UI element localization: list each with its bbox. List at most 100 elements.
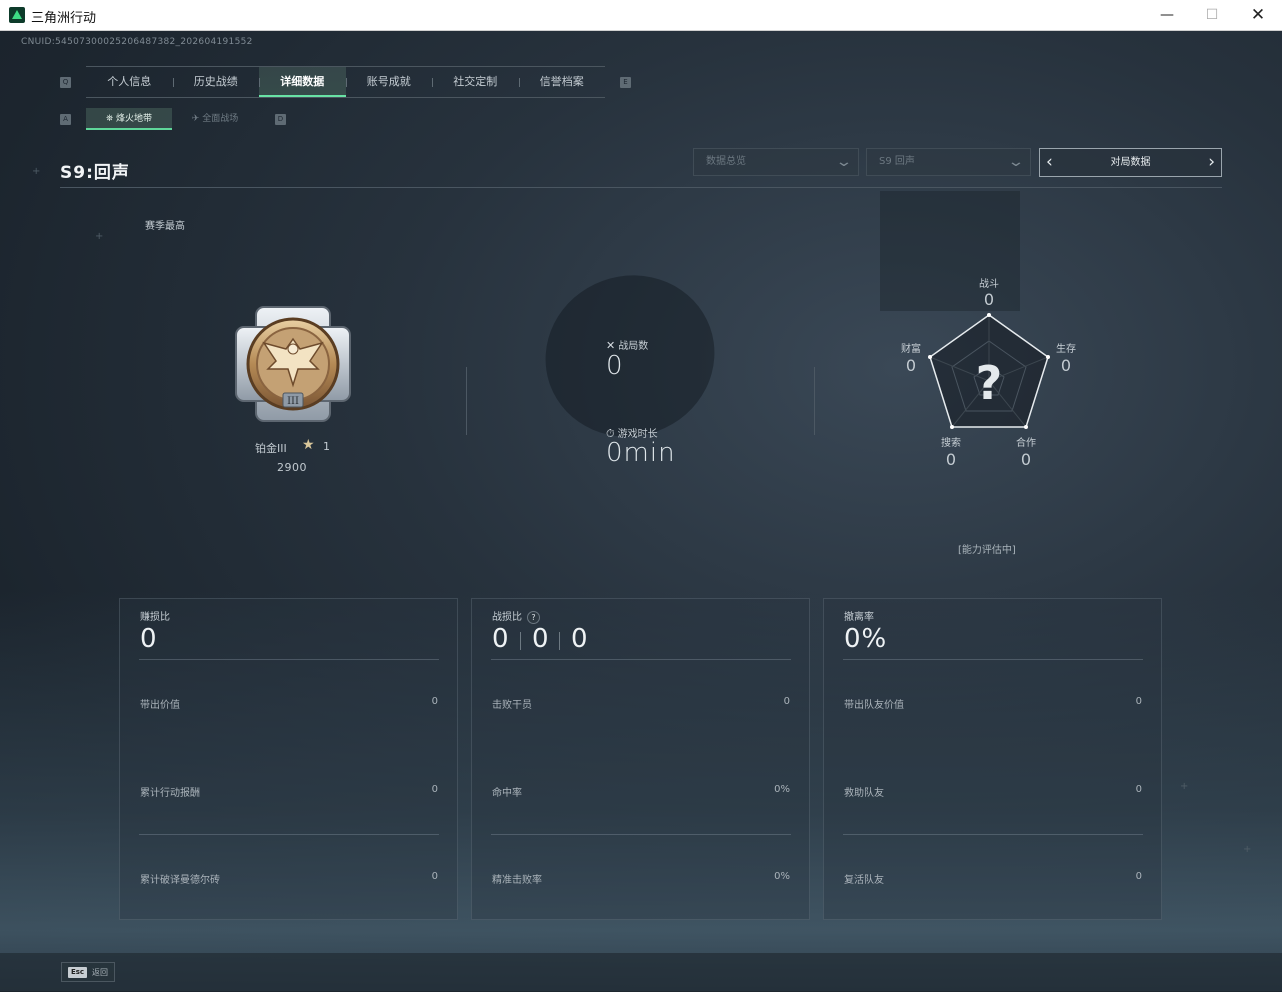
window-title: 三角洲行动: [31, 11, 97, 26]
stat-label: 精准击败率: [492, 875, 542, 886]
stat-label: 救助队友: [844, 788, 884, 799]
esc-key-hint: Esc: [68, 967, 87, 978]
extraction-panel: 撤离率 0% 带出队友价值 0 救助队友 0 复活队友 0: [823, 598, 1162, 920]
subtab-battlefield[interactable]: ✈ 全面战场: [172, 108, 258, 130]
playtime-value: 0min: [606, 438, 676, 468]
panel-title: 赚损比: [140, 612, 170, 623]
subtab-label: 烽火地带: [116, 114, 153, 124]
radar-axis-value: 0: [905, 356, 917, 375]
radar-axis-label: 合作: [1016, 438, 1036, 449]
tab-achievements[interactable]: 账号成就: [345, 67, 433, 97]
stat-label: 累计破译曼德尔砖: [140, 875, 220, 886]
radar-axis-value: 0: [1060, 356, 1072, 375]
tab-history[interactable]: 历史战绩: [172, 67, 260, 97]
subtab-label: 全面战场: [202, 114, 239, 124]
radar-axis-label: 生存: [1056, 344, 1076, 355]
overview-dropdown[interactable]: 数据总览 ⌄: [693, 148, 859, 176]
divider: [843, 659, 1143, 660]
kd-panel: 战损比? 0 0 0 击败干员 0 命中率 0% 精准击败率 0%: [471, 598, 810, 920]
divider: [520, 632, 521, 650]
user-uid: CNUID:5450730002520648738​2_202604191552: [21, 37, 253, 47]
panel-big-value: 0: [140, 624, 158, 654]
chevron-left-icon[interactable]: ‹: [1046, 149, 1053, 176]
matches-label: ✕ 战局数: [606, 339, 649, 352]
radar-axis-label: 财富: [901, 344, 921, 355]
stat-value: 0: [1135, 696, 1142, 707]
kd-ratio: 0: [571, 624, 589, 654]
season-best-label: 赛季最高: [145, 221, 185, 232]
divider: [491, 834, 791, 835]
stat-value: 0: [1135, 784, 1142, 795]
unknown-question-icon: ?: [976, 356, 1003, 410]
ability-assessment-status: [能力评估中]: [958, 545, 1016, 556]
maximize-button[interactable]: ☐: [1189, 0, 1235, 31]
stat-row: 命中率 0%: [492, 784, 790, 799]
divider: [559, 632, 560, 650]
stat-value: 0: [431, 784, 438, 795]
season-dropdown-value: S9 回声: [879, 156, 915, 167]
divider: [466, 367, 467, 435]
close-button[interactable]: ✕: [1235, 0, 1281, 31]
tab-next-key-hint[interactable]: E: [620, 77, 631, 88]
rank-score: 2900: [277, 461, 307, 474]
stat-label: 带出队友价值: [844, 700, 904, 711]
profit-loss-panel: 赚损比 0 带出价值 0 累计行动报酬 0 累计破译曼德尔砖 0: [119, 598, 458, 920]
svg-text:III: III: [287, 396, 299, 407]
kd-deaths: 0: [532, 624, 550, 654]
help-icon[interactable]: ?: [527, 611, 540, 624]
stat-label: 复活队友: [844, 875, 884, 886]
subtab-prev-key-hint[interactable]: A: [60, 114, 71, 125]
stat-value: 0: [431, 696, 438, 707]
star-icon: ★: [302, 437, 315, 453]
stat-label: 累计行动报酬: [140, 788, 200, 799]
tab-reputation[interactable]: 信誉档案: [518, 67, 606, 97]
panel-title: 战损比?: [492, 608, 540, 624]
subtab-fire-zone[interactable]: ⛯ 烽火地带: [86, 108, 172, 130]
back-button[interactable]: Esc 返回: [61, 962, 115, 982]
game-viewport: + + + + CNUID:5450730002520648738​2_2026…: [0, 31, 1282, 992]
chevron-down-icon: ⌄: [835, 154, 853, 170]
stat-value: 0: [783, 696, 790, 707]
season-dropdown[interactable]: S9 回声 ⌄: [866, 148, 1031, 176]
panel-big-value: 0%: [844, 624, 888, 654]
minimize-button[interactable]: —: [1144, 0, 1190, 31]
stat-row: 击败干员 0: [492, 696, 790, 711]
chevron-right-icon[interactable]: ›: [1208, 149, 1215, 176]
tab-detailed-data[interactable]: 详细数据: [259, 67, 346, 97]
tab-prev-key-hint[interactable]: Q: [60, 77, 71, 88]
bottom-bar: Esc 返回: [0, 953, 1282, 992]
stat-row: 救助队友 0: [844, 784, 1142, 799]
rank-badge-icon: III: [235, 306, 351, 422]
stat-row: 复活队友 0: [844, 871, 1142, 886]
battlefield-icon: ✈: [191, 114, 200, 124]
app-logo-icon: [9, 7, 25, 23]
radar-axis-value: 0: [945, 450, 957, 469]
chevron-down-icon: ⌄: [1007, 154, 1025, 170]
stat-value: 0: [431, 871, 438, 882]
stat-row: 带出队友价值 0: [844, 696, 1142, 711]
main-tabs: 个人信息 历史战绩 详细数据 账号成就 社交定制 信誉档案: [86, 66, 605, 98]
radar-axis-label: 搜索: [941, 438, 961, 449]
decor-plus-icon: +: [32, 166, 41, 177]
match-data-label: 对局数据: [1110, 157, 1151, 168]
decor-plus-icon: +: [95, 231, 104, 242]
stat-value: 0%: [774, 784, 790, 795]
panel-title: 撤离率: [844, 612, 874, 623]
matches-value: 0: [606, 351, 624, 381]
radar-axis-label: 战斗: [979, 279, 999, 290]
stat-row: 累计破译曼德尔砖 0: [140, 871, 438, 886]
stat-row: 精准击败率 0%: [492, 871, 790, 886]
match-data-selector[interactable]: ‹ 对局数据 ›: [1039, 148, 1222, 177]
divider: [814, 367, 815, 435]
divider: [139, 834, 439, 835]
radar-axis-value: 0: [1020, 450, 1032, 469]
rank-star-count: 1: [323, 440, 330, 453]
kd-kills: 0: [492, 624, 510, 654]
stat-label: 击败干员: [492, 700, 532, 711]
tab-social[interactable]: 社交定制: [432, 67, 519, 97]
decor-plus-icon: +: [1180, 781, 1189, 792]
subtab-next-key-hint[interactable]: D: [275, 114, 286, 125]
tab-personal-info[interactable]: 个人信息: [86, 67, 173, 97]
divider: [491, 659, 791, 660]
rank-name: 铂金III: [255, 442, 287, 455]
